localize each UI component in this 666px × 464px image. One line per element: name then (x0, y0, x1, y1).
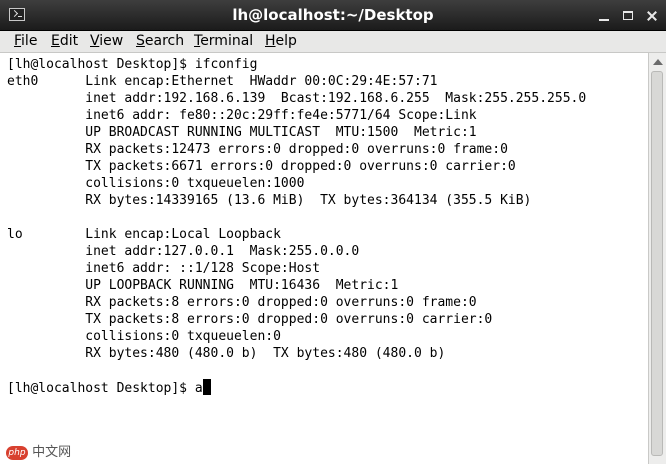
shell-prompt: [lh@localhost Desktop]$ (7, 381, 195, 396)
maximize-icon[interactable] (619, 7, 637, 25)
watermark-text: 中文网 (32, 445, 72, 460)
menu-bar: File Edit View Search Terminal Help (0, 31, 666, 53)
menu-help[interactable]: Help (265, 32, 297, 51)
terminal-area[interactable]: [lh@localhost Desktop]$ ifconfig eth0 Li… (0, 53, 648, 464)
menu-edit[interactable]: Edit (51, 32, 78, 51)
menu-search[interactable]: Search (136, 32, 184, 51)
menu-terminal[interactable]: Terminal (194, 32, 253, 51)
close-icon[interactable] (643, 7, 661, 25)
scrollbar-thumb[interactable] (651, 71, 663, 456)
minimize-icon[interactable] (595, 7, 613, 25)
terminal-text: [lh@localhost Desktop]$ ifconfig eth0 Li… (7, 56, 586, 397)
menu-file[interactable]: File (14, 32, 37, 51)
text-cursor (202, 379, 211, 395)
terminal-output: [lh@localhost Desktop]$ ifconfig eth0 Li… (7, 57, 587, 361)
vertical-scrollbar[interactable] (648, 53, 666, 464)
watermark: php 中文网 (6, 444, 71, 462)
terminal-window: lh@localhost:~/Desktop File Edit View Se… (0, 0, 666, 464)
menu-view[interactable]: View (90, 32, 123, 51)
watermark-logo: php (6, 446, 28, 460)
title-bar[interactable]: lh@localhost:~/Desktop (0, 0, 666, 31)
command-input[interactable]: a (195, 381, 203, 396)
scroll-up-arrow-icon[interactable] (653, 59, 663, 65)
window-title: lh@localhost:~/Desktop (232, 6, 434, 24)
